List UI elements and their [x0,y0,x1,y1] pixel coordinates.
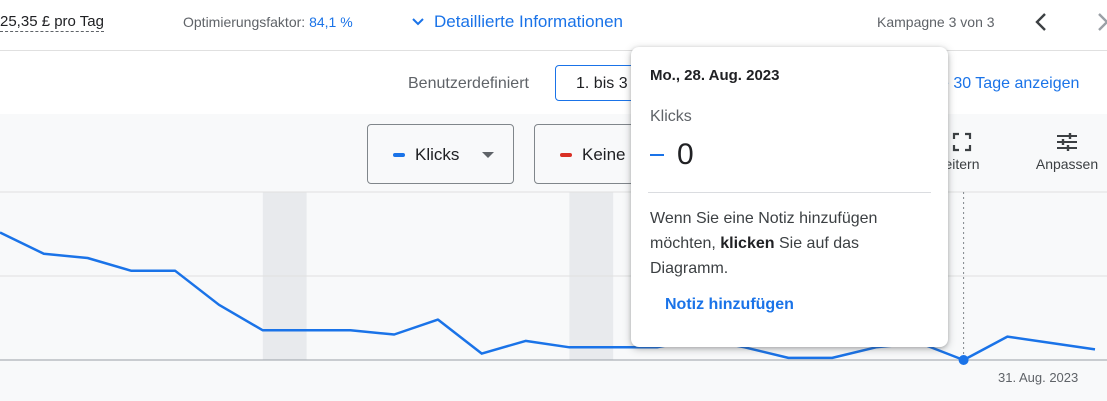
note-text-bold: klicken [720,235,775,252]
tooltip-metric-value: 0 [677,138,694,171]
optimization-score: Optimierungsfaktor: 84,1 % [183,14,353,30]
details-label: Detaillierte Informationen [434,12,623,31]
series-color-swatch [393,153,405,157]
customize-chart-button[interactable]: Anpassen [1028,132,1106,172]
optimization-label: Optimierungsfaktor: [183,14,306,30]
tooltip-date: Mo., 28. Aug. 2023 [650,67,780,84]
add-note-button[interactable]: Notiz hinzufügen [665,296,794,314]
metric-label: Keine [582,145,626,164]
tooltip-series-swatch [650,154,664,156]
chevron-right-icon[interactable] [1090,10,1107,34]
date-range-value: 1. bis 3 [576,75,628,92]
metric-selector-none[interactable]: Keine [534,124,644,184]
details-toggle[interactable]: Detaillierte Informationen [412,12,623,32]
tune-icon [1057,133,1077,151]
show-last-30-days-link[interactable]: e 30 Tage anzeigen [940,75,1079,93]
tooltip-metric-name: Klicks [650,108,692,125]
dropdown-arrow-icon [482,152,494,158]
metric-label: Klicks [415,145,460,164]
campaign-counter: Kampagne 3 von 3 [877,14,995,30]
metric-selector-clicks[interactable]: Klicks [367,124,514,184]
chevron-left-icon[interactable] [1030,10,1054,34]
tooltip-divider [648,192,931,193]
tooltip-note-hint: Wenn Sie eine Notiz hinzufügen möchten, … [650,206,930,281]
optimization-value[interactable]: 84,1 % [309,14,353,30]
series-color-swatch [560,153,572,157]
customize-label: Anpassen [1035,156,1099,172]
fullscreen-icon [952,132,972,152]
highlighted-data-point[interactable] [958,355,969,365]
chevron-down-icon [412,18,424,26]
daily-budget[interactable]: 25,35 £ pro Tag [0,13,104,32]
chart-data-tooltip: Mo., 28. Aug. 2023 Klicks 0 Wenn Sie ein… [631,47,948,347]
x-axis-end-date: 31. Aug. 2023 [998,370,1079,385]
campaign-summary-bar: 25,35 £ pro Tag Optimierungsfaktor: 84,1… [0,0,1107,51]
date-preset-label: Benutzerdefiniert [408,75,529,92]
